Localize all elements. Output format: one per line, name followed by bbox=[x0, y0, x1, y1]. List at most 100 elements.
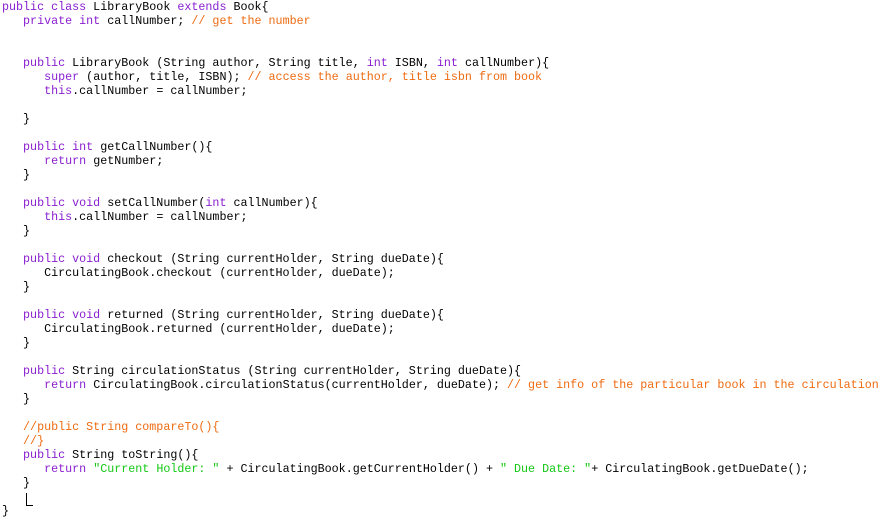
code-comment: //} bbox=[23, 434, 45, 448]
code-keyword: public bbox=[23, 448, 66, 462]
code-keyword: extends bbox=[177, 0, 227, 14]
code-line[interactable]: private int callNumber; // get the numbe… bbox=[2, 14, 311, 28]
code-text: checkout (String currentHolder, String d… bbox=[100, 252, 444, 266]
code-text: + CirculatingBook.getDueDate(); bbox=[591, 462, 809, 476]
code-keyword: public void bbox=[23, 196, 101, 210]
code-line[interactable]: CirculatingBook.checkout (currentHolder,… bbox=[2, 266, 395, 280]
code-keyword: public bbox=[23, 56, 66, 70]
code-keyword: int bbox=[366, 56, 388, 70]
code-keyword: public class bbox=[2, 0, 87, 14]
code-line[interactable]: } bbox=[2, 112, 30, 126]
code-text: String circulationStatus (String current… bbox=[65, 364, 522, 378]
code-line[interactable]: return CirculatingBook.circulationStatus… bbox=[2, 378, 879, 392]
code-keyword: super bbox=[44, 70, 80, 84]
code-line[interactable]: //} bbox=[2, 434, 44, 448]
code-line[interactable]: //public String compareTo(){ bbox=[2, 420, 219, 434]
code-text: getCallNumber(){ bbox=[93, 140, 213, 154]
code-string: " Due Date: " bbox=[500, 462, 592, 476]
code-text: LibraryBook bbox=[86, 0, 178, 14]
code-editor[interactable]: public class LibraryBook extends Book{ p… bbox=[0, 0, 891, 527]
code-keyword: public void bbox=[23, 308, 101, 322]
code-keyword: this bbox=[44, 210, 73, 224]
code-text: String toString(){ bbox=[65, 448, 199, 462]
code-text: setCallNumber( bbox=[100, 196, 206, 210]
code-text: callNumber; bbox=[100, 14, 192, 28]
code-line[interactable]: return getNumber; bbox=[2, 154, 163, 168]
code-line[interactable]: public void returned (String currentHold… bbox=[2, 308, 444, 322]
code-text: } bbox=[2, 280, 31, 294]
code-line[interactable]: this.callNumber = callNumber; bbox=[2, 210, 248, 224]
code-text: ISBN, bbox=[387, 56, 437, 70]
code-text: Book{ bbox=[226, 0, 269, 14]
text-cursor bbox=[26, 493, 33, 506]
code-line[interactable]: } bbox=[2, 476, 30, 490]
code-text: } bbox=[2, 476, 31, 490]
code-line[interactable]: public void checkout (String currentHold… bbox=[2, 252, 444, 266]
code-comment: // get info of the particular book in th… bbox=[507, 378, 879, 392]
code-line[interactable]: public String circulationStatus (String … bbox=[2, 364, 521, 378]
code-line[interactable]: CirculatingBook.returned (currentHolder,… bbox=[2, 322, 395, 336]
code-keyword: public void bbox=[23, 252, 101, 266]
code-keyword: public bbox=[23, 364, 66, 378]
code-line[interactable]: super (author, title, ISBN); // access t… bbox=[2, 70, 542, 84]
code-line[interactable]: } bbox=[2, 392, 30, 406]
code-comment: // get the number bbox=[191, 14, 311, 28]
code-text: } bbox=[2, 504, 10, 518]
code-comment: //public String compareTo(){ bbox=[23, 420, 220, 434]
code-line[interactable]: } bbox=[2, 168, 30, 182]
code-line[interactable]: } bbox=[2, 336, 30, 350]
code-text: } bbox=[2, 392, 31, 406]
code-keyword: private int bbox=[23, 14, 101, 28]
code-line[interactable]: } bbox=[2, 504, 9, 518]
code-text: + CirculatingBook.getCurrentHolder() + bbox=[219, 462, 500, 476]
code-keyword: int bbox=[436, 56, 458, 70]
code-line[interactable]: public int getCallNumber(){ bbox=[2, 140, 212, 154]
code-line[interactable]: public void setCallNumber(int callNumber… bbox=[2, 196, 318, 210]
code-keyword: return bbox=[44, 378, 87, 392]
code-text: LibraryBook (String author, String title… bbox=[65, 56, 367, 70]
code-text: } bbox=[2, 336, 31, 350]
code-text: (author, title, ISBN); bbox=[79, 70, 248, 84]
code-string: "Current Holder: " bbox=[93, 462, 220, 476]
code-line[interactable]: } bbox=[2, 280, 30, 294]
code-text: CirculatingBook.returned (currentHolder,… bbox=[2, 322, 395, 336]
code-keyword: int bbox=[205, 196, 227, 210]
code-comment: // access the author, title isbn from bo… bbox=[247, 70, 543, 84]
code-line[interactable]: public String toString(){ bbox=[2, 448, 198, 462]
code-text: CirculatingBook.circulationStatus(curren… bbox=[86, 378, 508, 392]
code-text: .callNumber = callNumber; bbox=[72, 210, 248, 224]
code-text: .callNumber = callNumber; bbox=[72, 84, 248, 98]
code-text: CirculatingBook.checkout (currentHolder,… bbox=[2, 266, 395, 280]
code-text: callNumber){ bbox=[457, 56, 550, 70]
code-text: returned (String currentHolder, String d… bbox=[100, 308, 444, 322]
code-line[interactable]: return "Current Holder: " + CirculatingB… bbox=[2, 462, 809, 476]
code-keyword: this bbox=[44, 84, 73, 98]
code-line[interactable]: this.callNumber = callNumber; bbox=[2, 84, 248, 98]
code-text: callNumber){ bbox=[226, 196, 318, 210]
code-keyword: return bbox=[44, 154, 87, 168]
code-keyword: public int bbox=[23, 140, 94, 154]
code-text: } bbox=[2, 168, 31, 182]
code-line[interactable]: } bbox=[2, 224, 30, 238]
code-text: } bbox=[2, 112, 31, 126]
code-keyword: return bbox=[44, 462, 87, 476]
code-text: } bbox=[2, 224, 31, 238]
code-line[interactable]: public LibraryBook (String author, Strin… bbox=[2, 56, 549, 70]
code-line[interactable]: public class LibraryBook extends Book{ bbox=[2, 0, 269, 14]
